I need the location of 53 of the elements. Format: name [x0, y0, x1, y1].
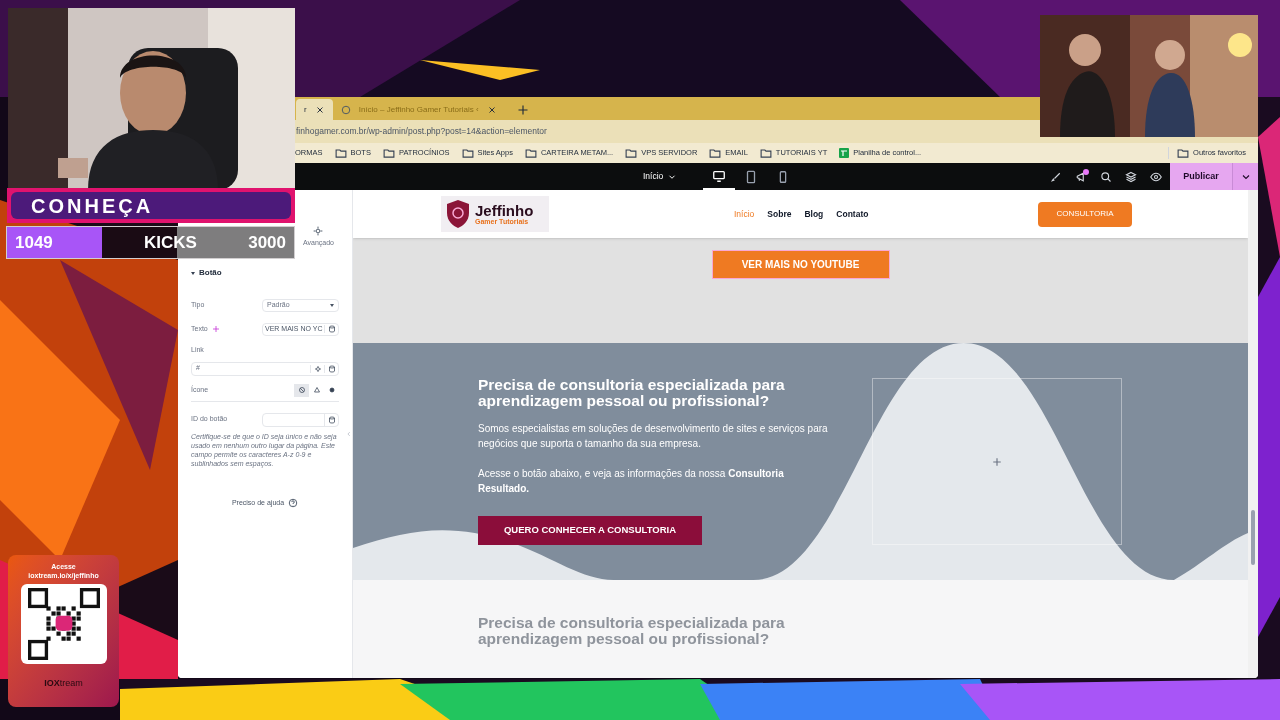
- desktop-icon: [712, 168, 727, 183]
- publish-button[interactable]: Publicar: [1170, 163, 1232, 190]
- database-icon: [327, 325, 336, 333]
- help-icon: [288, 497, 299, 508]
- close-icon: [486, 104, 497, 115]
- layers-icon: [1125, 170, 1137, 183]
- close-icon: [314, 104, 325, 115]
- chevron-left-icon: [345, 430, 352, 438]
- section-heading: Precisa de consultoria especializada para aprendizagem pessoal ou profissional?: [478, 377, 786, 409]
- folder-icon: [334, 147, 347, 159]
- eye-icon: [1150, 170, 1162, 183]
- icon-option[interactable]: [294, 383, 309, 397]
- search-icon: [1100, 170, 1112, 183]
- folder-icon: [1177, 147, 1190, 159]
- consulting-button[interactable]: QUERO CONHECER A CONSULTORIA: [478, 516, 702, 545]
- url-text: finhogamer.com.br/wp-admin/post.php?post=14&action=elementor: [296, 125, 547, 138]
- folder-icon: [709, 147, 722, 159]
- folder-icon: [524, 147, 537, 159]
- tab-title: Início – Jeffinho Gamer Tutoriais ‹: [358, 103, 479, 116]
- folder-icon: [461, 147, 474, 159]
- logo-title: Jeffinho: [475, 203, 534, 218]
- megaphone-icon: [1075, 170, 1087, 183]
- triangle-icon: [312, 386, 321, 394]
- page-selector[interactable]: Início: [635, 170, 686, 183]
- shield-icon: [445, 199, 471, 229]
- caret-icon: [330, 303, 334, 307]
- faded-heading: Precisa de consultoria especializada para aprendizagem pessoal ou profissional?: [478, 615, 786, 647]
- section-header[interactable]: Botão: [191, 267, 339, 279]
- database-icon: [327, 364, 336, 373]
- plus-icon: [516, 104, 529, 116]
- image-placeholder[interactable]: [872, 378, 1122, 545]
- browser-tab[interactable]: r: [296, 99, 333, 120]
- none-icon: [297, 386, 306, 394]
- folder-icon: [759, 147, 772, 159]
- globe-icon: [340, 104, 351, 115]
- id-field[interactable]: [262, 412, 339, 427]
- circle-icon: [327, 386, 336, 394]
- section-paragraph: Acesse o botão abaixo, e veja as informações da nossa Consultoria Resultado.: [478, 467, 785, 496]
- nav-link[interactable]: Contato: [836, 207, 869, 221]
- nav-link[interactable]: Blog: [804, 207, 824, 221]
- database-icon: [327, 415, 336, 424]
- brush-icon: [1050, 170, 1062, 183]
- plus-icon: [991, 455, 1003, 468]
- folder-icon: [625, 147, 638, 159]
- goal-target: 3000: [248, 231, 286, 254]
- nav-link[interactable]: Sobre: [767, 207, 792, 221]
- spreadsheet-icon: [839, 148, 850, 158]
- caret-icon: [191, 271, 195, 275]
- folder-icon: [382, 147, 395, 159]
- scrollbar[interactable]: [1248, 190, 1258, 678]
- tab-title: r: [304, 103, 307, 116]
- brand-logo: IOXtream: [44, 677, 83, 690]
- section-paragraph: Somos especialistas em soluções de desenvolvimento de sites e serviços para negócios que suporta o tamanho da sua empresa.: [478, 422, 829, 451]
